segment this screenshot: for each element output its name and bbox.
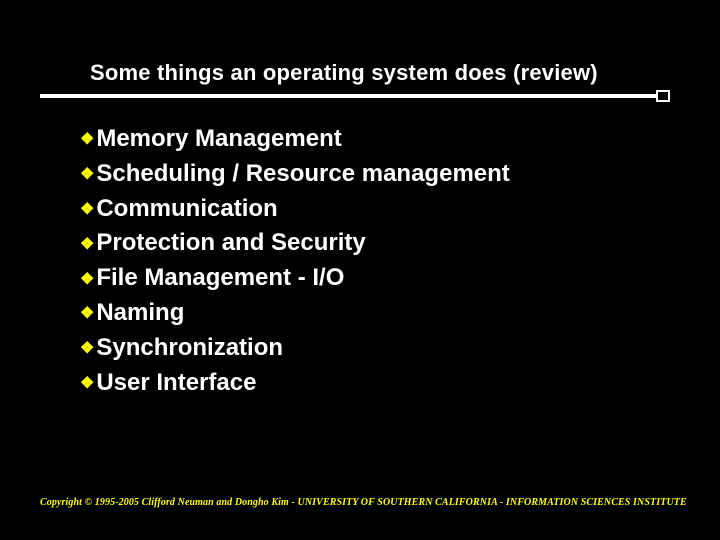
- list-item: ❖ Scheduling / Resource management: [80, 157, 680, 192]
- title-rule: [40, 94, 680, 104]
- bullet-list: ❖ Memory Management ❖ Scheduling / Resou…: [80, 122, 680, 400]
- list-item-label: Naming: [96, 296, 184, 331]
- diamond-bullet-icon: ❖: [80, 272, 94, 288]
- list-item: ❖ Communication: [80, 192, 680, 227]
- diamond-bullet-icon: ❖: [80, 202, 94, 218]
- diamond-bullet-icon: ❖: [80, 376, 94, 392]
- list-item: ❖ User Interface: [80, 366, 680, 401]
- list-item-label: Protection and Security: [96, 226, 365, 261]
- list-item-label: User Interface: [96, 366, 256, 401]
- list-item: ❖ Naming: [80, 296, 680, 331]
- diamond-bullet-icon: ❖: [80, 306, 94, 322]
- list-item-label: Memory Management: [96, 122, 341, 157]
- diamond-bullet-icon: ❖: [80, 132, 94, 148]
- list-item-label: Communication: [96, 192, 277, 227]
- list-item: ❖ File Management - I/O: [80, 261, 680, 296]
- diamond-bullet-icon: ❖: [80, 341, 94, 357]
- rule-line: [40, 94, 670, 98]
- slide: Some things an operating system does (re…: [0, 0, 720, 540]
- list-item: ❖ Memory Management: [80, 122, 680, 157]
- list-item: ❖ Synchronization: [80, 331, 680, 366]
- copyright-footer: Copyright © 1995-2005 Clifford Neuman an…: [40, 497, 687, 508]
- list-item: ❖ Protection and Security: [80, 226, 680, 261]
- list-item-label: Synchronization: [96, 331, 283, 366]
- diamond-bullet-icon: ❖: [80, 167, 94, 183]
- diamond-bullet-icon: ❖: [80, 237, 94, 253]
- slide-title: Some things an operating system does (re…: [90, 60, 680, 86]
- list-item-label: File Management - I/O: [96, 261, 344, 296]
- list-item-label: Scheduling / Resource management: [96, 157, 509, 192]
- rule-endcap-icon: [656, 90, 670, 102]
